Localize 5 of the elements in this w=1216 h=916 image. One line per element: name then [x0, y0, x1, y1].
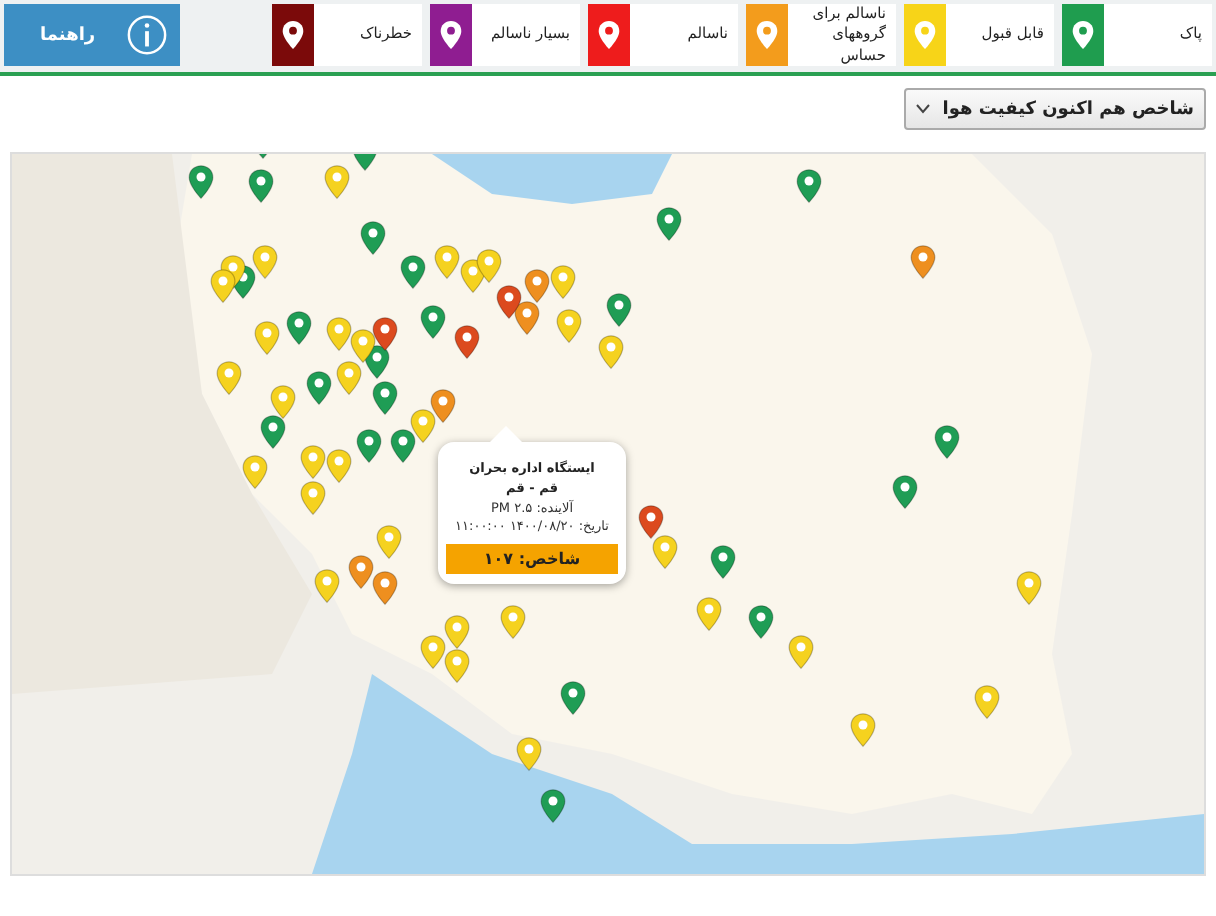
help-button[interactable]: راهنما: [4, 4, 180, 66]
aqi-index: شاخص: ۱۰۷: [446, 544, 618, 574]
index-dropdown[interactable]: شاخص هم اکنون کیفیت هوا: [904, 88, 1206, 130]
info-icon: [126, 14, 168, 56]
caret-icon: [916, 104, 931, 114]
